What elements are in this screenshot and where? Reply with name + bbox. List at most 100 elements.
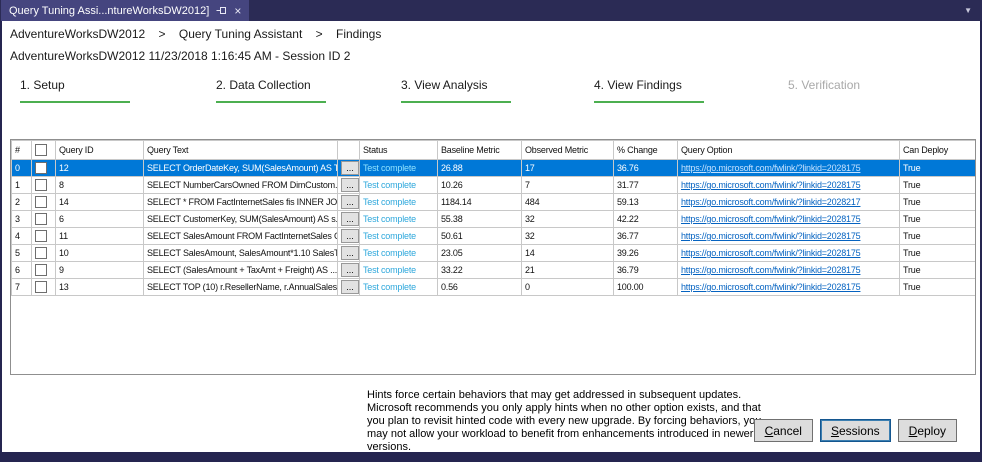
- query-option-link[interactable]: https://go.microsoft.com/fwlink/?linkid=…: [681, 214, 860, 224]
- header-query-option[interactable]: Query Option: [678, 141, 900, 160]
- query-option-cell: https://go.microsoft.com/fwlink/?linkid=…: [678, 245, 900, 262]
- table-row[interactable]: 2 14 SELECT * FROM FactInternetSales fis…: [12, 194, 976, 211]
- header-row: # Query ID Query Text Status Baseline Me…: [12, 141, 976, 160]
- header-query-text[interactable]: Query Text: [144, 141, 338, 160]
- query-option-cell: https://go.microsoft.com/fwlink/?linkid=…: [678, 262, 900, 279]
- header-can-deploy[interactable]: Can Deploy: [900, 141, 976, 160]
- query-id: 11: [56, 228, 144, 245]
- header-baseline-metric[interactable]: Baseline Metric: [438, 141, 522, 160]
- expand-query-button[interactable]: ...: [341, 195, 359, 209]
- status: Test complete: [360, 245, 438, 262]
- step-verification: 5. Verification: [788, 78, 900, 92]
- query-option-link[interactable]: https://go.microsoft.com/fwlink/?linkid=…: [681, 231, 860, 241]
- query-id: 12: [56, 160, 144, 177]
- ellipsis-cell: ...: [338, 211, 360, 228]
- percent-change: 59.13: [614, 194, 678, 211]
- row-select-cell[interactable]: [32, 228, 56, 245]
- query-text: SELECT TOP (10) r.ResellerName, r.Annual…: [144, 279, 338, 296]
- can-deploy: True: [900, 245, 976, 262]
- row-checkbox[interactable]: [35, 196, 47, 208]
- observed-metric: 484: [522, 194, 614, 211]
- table-row[interactable]: 5 10 SELECT SalesAmount, SalesAmount*1.1…: [12, 245, 976, 262]
- deploy-button[interactable]: Deploy: [898, 419, 957, 442]
- header-select-cell[interactable]: [32, 141, 56, 160]
- close-icon[interactable]: ×: [234, 5, 241, 17]
- row-checkbox[interactable]: [35, 213, 47, 225]
- step-view-findings[interactable]: 4. View Findings: [594, 78, 706, 103]
- header-row-number[interactable]: #: [12, 141, 32, 160]
- table-row[interactable]: 7 13 SELECT TOP (10) r.ResellerName, r.A…: [12, 279, 976, 296]
- baseline-metric: 26.88: [438, 160, 522, 177]
- table-row[interactable]: 3 6 SELECT CustomerKey, SUM(SalesAmount)…: [12, 211, 976, 228]
- step-data-collection[interactable]: 2. Data Collection: [216, 78, 328, 103]
- ellipsis-cell: ...: [338, 177, 360, 194]
- row-checkbox[interactable]: [35, 247, 47, 259]
- expand-query-button[interactable]: ...: [341, 212, 359, 226]
- row-select-cell[interactable]: [32, 177, 56, 194]
- query-option-link[interactable]: https://go.microsoft.com/fwlink/?linkid=…: [681, 282, 860, 292]
- table-row[interactable]: 4 11 SELECT SalesAmount FROM FactInterne…: [12, 228, 976, 245]
- header-query-id[interactable]: Query ID: [56, 141, 144, 160]
- row-index: 6: [12, 262, 32, 279]
- select-all-checkbox[interactable]: [35, 144, 47, 156]
- breadcrumb-item-assistant[interactable]: Query Tuning Assistant: [179, 27, 302, 41]
- row-index: 0: [12, 160, 32, 177]
- step-view-analysis[interactable]: 3. View Analysis: [401, 78, 513, 103]
- percent-change: 36.79: [614, 262, 678, 279]
- query-option-link[interactable]: https://go.microsoft.com/fwlink/?linkid=…: [681, 265, 860, 275]
- breadcrumb-separator: >: [159, 27, 166, 41]
- expand-query-button[interactable]: ...: [341, 246, 359, 260]
- row-select-cell[interactable]: [32, 211, 56, 228]
- header-status[interactable]: Status: [360, 141, 438, 160]
- baseline-metric: 50.61: [438, 228, 522, 245]
- query-option-link[interactable]: https://go.microsoft.com/fwlink/?linkid=…: [681, 248, 860, 258]
- step-progress-underline: [20, 101, 130, 103]
- row-select-cell[interactable]: [32, 279, 56, 296]
- baseline-metric: 55.38: [438, 211, 522, 228]
- query-option-link[interactable]: https://go.microsoft.com/fwlink/?linkid=…: [681, 197, 860, 207]
- table-row[interactable]: 0 12 SELECT OrderDateKey, SUM(SalesAmoun…: [12, 160, 976, 177]
- expand-query-button[interactable]: ...: [341, 280, 359, 294]
- row-checkbox[interactable]: [35, 179, 47, 191]
- row-select-cell[interactable]: [32, 160, 56, 177]
- query-option-cell: https://go.microsoft.com/fwlink/?linkid=…: [678, 194, 900, 211]
- window-menu-icon[interactable]: ▼: [954, 0, 982, 21]
- header-observed-metric[interactable]: Observed Metric: [522, 141, 614, 160]
- breadcrumb-item-database[interactable]: AdventureWorksDW2012: [10, 27, 145, 41]
- query-id: 14: [56, 194, 144, 211]
- row-checkbox[interactable]: [35, 230, 47, 242]
- row-index: 3: [12, 211, 32, 228]
- breadcrumb-item-findings[interactable]: Findings: [336, 27, 381, 41]
- cancel-button[interactable]: Cancel: [754, 419, 813, 442]
- row-select-cell[interactable]: [32, 194, 56, 211]
- document-tab[interactable]: Query Tuning Assi...ntureWorksDW2012] ×: [1, 0, 249, 21]
- row-index: 7: [12, 279, 32, 296]
- expand-query-button[interactable]: ...: [341, 263, 359, 277]
- query-tuning-assistant-window: Query Tuning Assi...ntureWorksDW2012] × …: [0, 0, 982, 462]
- table-row[interactable]: 6 9 SELECT (SalesAmount + TaxAmt + Freig…: [12, 262, 976, 279]
- query-option-link[interactable]: https://go.microsoft.com/fwlink/?linkid=…: [681, 180, 860, 190]
- pin-icon[interactable]: [216, 5, 227, 16]
- sessions-button[interactable]: Sessions: [820, 419, 891, 442]
- row-checkbox[interactable]: [35, 281, 47, 293]
- step-label: 5. Verification: [788, 78, 900, 92]
- expand-query-button[interactable]: ...: [341, 178, 359, 192]
- step-setup[interactable]: 1. Setup: [20, 78, 132, 103]
- row-select-cell[interactable]: [32, 262, 56, 279]
- row-checkbox[interactable]: [35, 264, 47, 276]
- dialog-content: AdventureWorksDW2012 > Query Tuning Assi…: [2, 21, 980, 452]
- breadcrumb: AdventureWorksDW2012 > Query Tuning Assi…: [10, 27, 391, 41]
- expand-query-button[interactable]: ...: [341, 229, 359, 243]
- findings-table: # Query ID Query Text Status Baseline Me…: [11, 140, 976, 296]
- percent-change: 100.00: [614, 279, 678, 296]
- expand-query-button[interactable]: ...: [341, 161, 359, 175]
- row-index: 5: [12, 245, 32, 262]
- query-option-cell: https://go.microsoft.com/fwlink/?linkid=…: [678, 211, 900, 228]
- row-select-cell[interactable]: [32, 245, 56, 262]
- query-option-link[interactable]: https://go.microsoft.com/fwlink/?linkid=…: [681, 163, 860, 173]
- table-row[interactable]: 1 8 SELECT NumberCarsOwned FROM DimCusto…: [12, 177, 976, 194]
- header-percent-change[interactable]: % Change: [614, 141, 678, 160]
- observed-metric: 32: [522, 228, 614, 245]
- percent-change: 36.76: [614, 160, 678, 177]
- row-checkbox[interactable]: [35, 162, 47, 174]
